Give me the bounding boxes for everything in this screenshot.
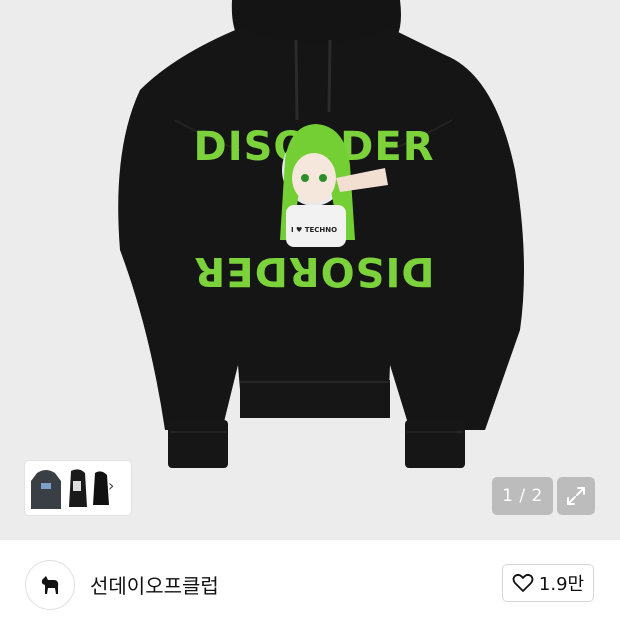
thumbnail-1[interactable] <box>27 463 65 513</box>
like-button[interactable]: 1.9만 <box>502 564 594 602</box>
shop-logo[interactable] <box>25 560 75 610</box>
print-text-bottom: DISORDER <box>193 248 434 294</box>
shop-name[interactable]: 선데이오프클럽 <box>90 570 219 599</box>
shop-info-bar: 선데이오프클럽 1.9만 <box>0 540 620 620</box>
like-count: 1.9만 <box>538 574 585 595</box>
goat-icon <box>41 576 59 594</box>
product-image[interactable]: DISORDER I ♥ TECHNO DISORDER <box>0 0 620 540</box>
thumbnail-strip[interactable] <box>25 461 131 515</box>
expand-icon <box>567 487 585 505</box>
expand-button[interactable] <box>557 477 595 515</box>
image-counter: 1 / 2 <box>492 477 553 515</box>
heart-outline-icon <box>512 573 534 592</box>
shirt-text: I ♥ TECHNO <box>291 226 337 234</box>
product-gallery[interactable]: DISORDER I ♥ TECHNO DISORDER <box>0 0 620 540</box>
thumbnail-2[interactable] <box>67 463 89 513</box>
chevron-right-icon[interactable]: › <box>108 478 114 494</box>
